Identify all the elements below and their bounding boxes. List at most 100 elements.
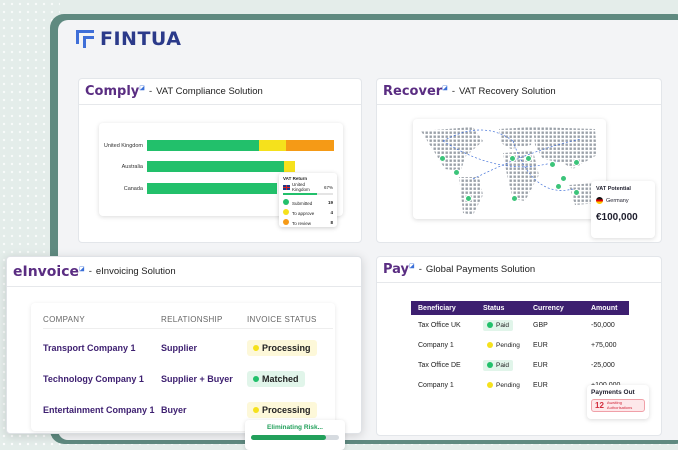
status-badge: Paid [483, 319, 514, 331]
vat-item-to-approve: To approve 4 [283, 207, 333, 217]
status-badge: Pending [483, 380, 524, 391]
status-badge: Pending [483, 340, 524, 351]
sparkle-icon: ◪ [442, 84, 448, 92]
uk-flag-icon [283, 184, 290, 190]
map-pin-icon[interactable] [573, 159, 580, 166]
beneficiary: Tax Office UK [418, 321, 461, 329]
item-label: To approve [292, 210, 315, 216]
payments-out-card: Payments Out 12 Awaiting Authorisations [587, 385, 649, 419]
submitted-dot-icon [283, 198, 289, 205]
comply-title: VAT Compliance Solution [156, 86, 263, 97]
bar-row-au: Australia [99, 161, 295, 172]
pay-header: Pay◪ - Global Payments Solution [377, 257, 661, 283]
vat-potential-title: VAT Potential [596, 186, 631, 192]
toast-text: Eliminating Risk... [267, 424, 323, 431]
currency: EUR [533, 381, 548, 389]
bar-label: Australia [121, 163, 143, 170]
vat-potential-amount: €100,000 [596, 212, 638, 223]
col-header: Amount [591, 304, 618, 312]
world-map [421, 127, 599, 215]
map-pin-icon[interactable] [525, 155, 532, 162]
amount: +75,000 [591, 341, 617, 349]
map-pin-icon[interactable] [555, 183, 562, 190]
einvoice-table-header: COMPANY RELATIONSHIP INVOICE STATUS [43, 315, 333, 329]
pay-brand: Pay◪ [383, 262, 415, 277]
col-header: COMPANY [43, 315, 85, 324]
einvoice-table: COMPANY RELATIONSHIP INVOICE STATUS Tran… [43, 315, 333, 425]
table-row[interactable]: Transport Company 1 Supplier Processing [43, 332, 333, 363]
map-pin-icon[interactable] [453, 169, 460, 176]
comply-card: Comply◪ - VAT Compliance Solution United… [78, 78, 362, 243]
pay-title: Global Payments Solution [425, 264, 536, 275]
map-pin-icon[interactable] [511, 195, 518, 202]
vat-return-country-row: United Kingdom 67% [283, 182, 333, 192]
item-value: 8 [330, 219, 333, 225]
fintua-logo[interactable]: FINTUA [76, 28, 181, 50]
toast-progress-track [251, 435, 339, 440]
col-header: Beneficiary [418, 304, 456, 312]
country-selector[interactable]: United Kingdom [283, 182, 324, 192]
bar-uk-submitted[interactable] [147, 140, 259, 151]
amount: -25,000 [591, 361, 615, 369]
progress-track [283, 193, 333, 195]
status-dot-icon [487, 362, 493, 368]
payments-table-header: Beneficiary Status Currency Amount [411, 301, 629, 315]
recover-card: Recover◪ - VAT Recovery Solution VAT Pot… [376, 78, 662, 243]
status-dot-icon [487, 322, 493, 328]
einvoice-table-panel: COMPANY RELATIONSHIP INVOICE STATUS Tran… [31, 303, 335, 431]
payments-table: Beneficiary Status Currency Amount Tax O… [411, 301, 629, 395]
bar-track-ca [147, 183, 277, 194]
to-review-dot-icon [283, 218, 289, 225]
einvoice-header: eInvoice◪ - eInvoicing Solution [7, 257, 361, 287]
payments-out-title: Payments Out [591, 389, 635, 396]
status-dot-icon [253, 375, 259, 382]
to-approve-dot-icon [283, 208, 289, 215]
map-pin-icon[interactable] [560, 175, 567, 182]
awaiting-authorisations-badge[interactable]: 12 Awaiting Authorisations [591, 399, 645, 412]
sparkle-icon: ◪ [139, 84, 145, 92]
bar-au-to-approve[interactable] [284, 161, 295, 172]
bar-au-submitted[interactable] [147, 161, 284, 172]
status-dot-icon [253, 344, 259, 351]
recover-header: Recover◪ - VAT Recovery Solution [377, 79, 661, 105]
country-name: United Kingdom [291, 182, 310, 192]
vat-item-submitted: Submitted 19 [283, 197, 333, 207]
progress-fill [283, 193, 317, 195]
table-row[interactable]: Company 1 Pending EUR +75,000 [411, 335, 629, 355]
amount: -50,000 [591, 321, 615, 329]
einvoice-card: eInvoice◪ - eInvoicing Solution COMPANY … [6, 256, 362, 434]
relationship: Supplier + Buyer [161, 373, 233, 384]
beneficiary: Company 1 [418, 381, 454, 389]
map-pin-icon[interactable] [549, 161, 556, 168]
status-dot-icon [253, 406, 259, 413]
table-row[interactable]: Tax Office UK Paid GBP -50,000 [411, 315, 629, 335]
bar-track-au [147, 161, 295, 172]
map-pin-icon[interactable] [439, 155, 446, 162]
comply-header: Comply◪ - VAT Compliance Solution [79, 79, 361, 105]
col-header: Currency [533, 304, 564, 312]
col-header: INVOICE STATUS [247, 315, 317, 324]
bar-uk-to-review[interactable] [286, 140, 334, 151]
vat-return-title: VAT Return [283, 176, 308, 181]
item-label: Submitted [292, 200, 313, 206]
pay-card: Pay◪ - Global Payments Solution Benefici… [376, 256, 662, 436]
map-pin-icon[interactable] [573, 189, 580, 196]
eliminating-risk-toast: Eliminating Risk... [245, 420, 345, 450]
item-value: 19 [327, 199, 333, 205]
map-pin-icon[interactable] [509, 155, 516, 162]
map-pin-icon[interactable] [465, 195, 472, 202]
currency: EUR [533, 361, 548, 369]
table-row[interactable]: Technology Company 1 Supplier + Buyer Ma… [43, 363, 333, 394]
bar-ca-submitted[interactable] [147, 183, 277, 194]
company: Technology Company 1 [43, 373, 144, 384]
status-dot-icon [487, 382, 493, 388]
status-dot-icon [487, 342, 493, 348]
world-map-panel [413, 119, 606, 219]
vat-item-to-review: To review 8 [283, 217, 333, 227]
vat-return-popup: VAT Return United Kingdom 67% Submitted … [279, 173, 337, 227]
bar-uk-to-approve[interactable] [259, 140, 286, 151]
col-header: RELATIONSHIP [161, 315, 223, 324]
recover-title: VAT Recovery Solution [459, 86, 556, 97]
recover-brand: Recover◪ [383, 84, 448, 99]
table-row[interactable]: Tax Office DE Paid EUR -25,000 [411, 355, 629, 375]
